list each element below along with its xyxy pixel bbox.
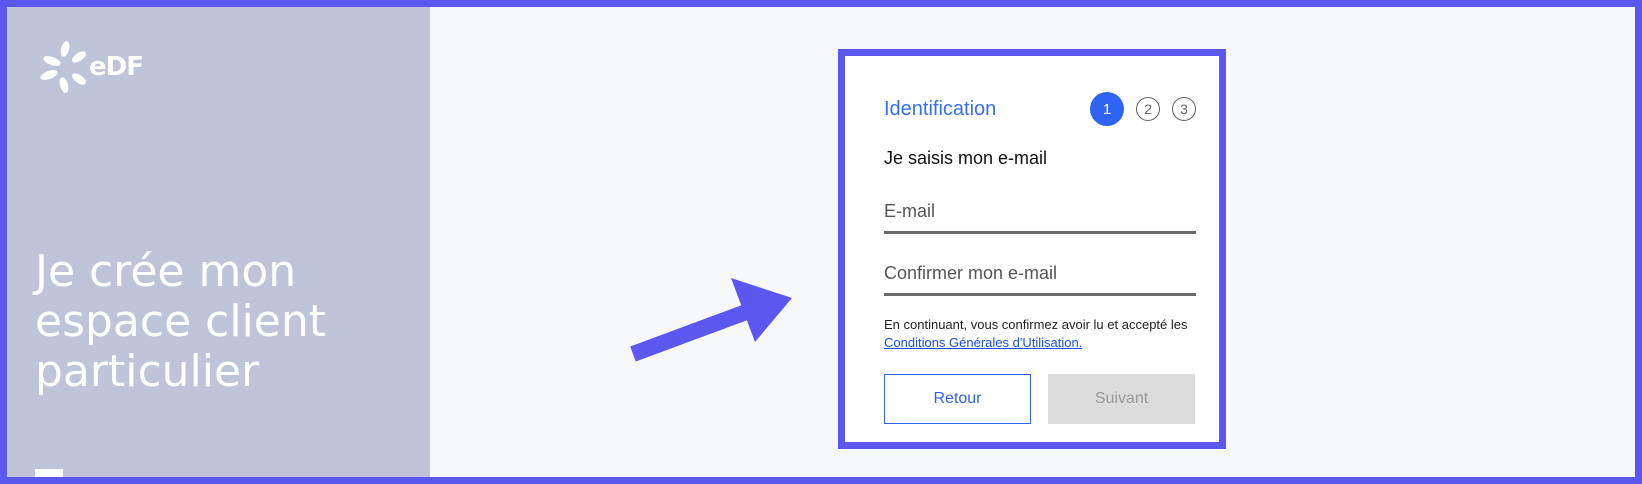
hero-panel: eDF Je crée mon espace client particulie… [7,7,430,477]
signup-card: Identification 1 2 3 Je saisis mon e-mai… [838,49,1226,449]
confirm-email-input[interactable] [884,258,1196,296]
page-frame: eDF Je crée mon espace client particulie… [7,7,1635,477]
card-subtitle: Je saisis mon e-mail [884,148,1048,168]
legal-notice: En continuant, vous confirmez avoir lu e… [884,316,1196,352]
hero-title: Je crée mon espace client particulier [35,246,326,397]
card-title: Identification [884,98,997,120]
arrow-pointer-icon [630,278,792,362]
edf-logo-icon [40,41,86,93]
next-button[interactable]: Suivant [1048,374,1195,424]
step-3: 3 [1172,97,1196,121]
step-1: 1 [1090,92,1124,126]
logo-text: eDF [89,52,144,82]
confirm-email-field [884,258,1196,296]
terms-link[interactable]: Conditions Générales d'Utilisation. [884,335,1082,350]
email-field [884,196,1196,234]
edf-logo[interactable]: eDF [37,41,144,93]
step-indicator: 1 2 3 [1090,92,1196,126]
email-input[interactable] [884,196,1196,234]
step-2: 2 [1136,97,1160,121]
back-button[interactable]: Retour [884,374,1031,424]
legal-text: En continuant, vous confirmez avoir lu e… [884,317,1188,332]
card-header: Identification 1 2 3 [884,92,1196,128]
hero-bar [35,469,63,477]
